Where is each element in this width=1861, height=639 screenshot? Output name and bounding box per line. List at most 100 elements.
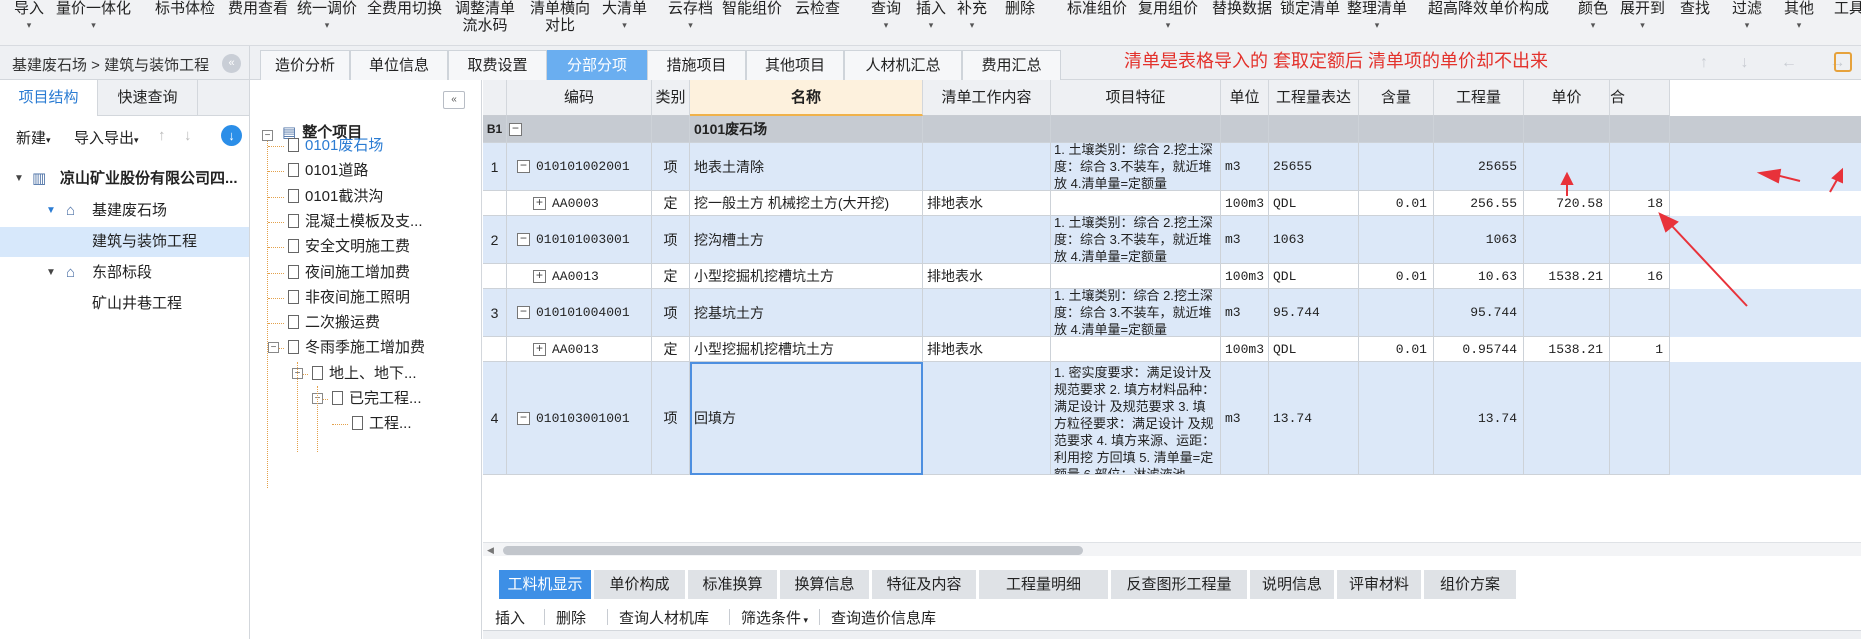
cell-name[interactable]: 小型挖掘机挖槽坑土方 — [690, 264, 923, 289]
cell-num[interactable] — [483, 337, 507, 362]
bottom-action-1[interactable]: 删除 — [556, 607, 586, 628]
bottom-tab-1[interactable]: 单价构成 — [594, 570, 687, 599]
cell-code[interactable]: + AA0013 — [507, 264, 652, 289]
toolbar-button-28[interactable]: 工具 — [1834, 0, 1861, 46]
collapse-panel-icon[interactable]: « — [443, 91, 465, 109]
quota-row[interactable]: + AA0013 定小型挖掘机挖槽坑土方 排地表水 100m3 QDL 0.01 10.63 1… — [483, 264, 1861, 289]
cell-qty[interactable]: 25655 — [1434, 143, 1524, 191]
expand-triangle-icon[interactable]: ▼ — [46, 258, 56, 288]
cell-total[interactable]: 18 — [1610, 191, 1670, 216]
division-node-2[interactable]: 0101截洪沟 — [288, 184, 383, 210]
tree-node-east[interactable]: ▼ ⌂ 东部标段 — [0, 258, 249, 288]
cell-unit[interactable]: 100m3 — [1221, 337, 1269, 362]
toolbar-button-18[interactable]: 替换数据 — [1212, 0, 1272, 46]
cell-price[interactable]: 720.58 — [1524, 191, 1610, 216]
cell-price[interactable] — [1524, 362, 1610, 475]
division-node-6[interactable]: 非夜间施工照明 — [288, 285, 410, 311]
toolbar-button-1[interactable]: 量价一体化 ▾ — [56, 0, 131, 46]
cell-price[interactable]: 1538.21 — [1524, 337, 1610, 362]
bottom-tab-0[interactable]: 工料机显示 — [499, 570, 593, 599]
toolbar-button-4[interactable]: 统一调价 ▾ — [297, 0, 357, 46]
toolbar-button-20[interactable]: 整理清单 ▾ — [1347, 0, 1407, 46]
division-node-7[interactable]: 二次搬运费 — [288, 310, 380, 336]
expand-icon[interactable]: + — [533, 342, 546, 356]
cell-expr[interactable]: QDL — [1269, 337, 1359, 362]
bottom-tab-7[interactable]: 说明信息 — [1250, 570, 1336, 599]
toolbar-button-16[interactable]: 标准组价 — [1067, 0, 1127, 46]
cell-total[interactable] — [1610, 289, 1670, 337]
toolbar-button-11[interactable]: 云检查 — [795, 0, 840, 46]
bottom-tab-4[interactable]: 特征及内容 — [872, 570, 978, 599]
tab-main-3[interactable]: 分部分项 — [547, 50, 647, 80]
cell-total[interactable] — [1610, 143, 1670, 191]
bill-item-row[interactable]: 4−010103001001 项回填方 1. 密实度要求：满足设计及规范要求 2. … — [483, 362, 1861, 475]
collapse-icon[interactable]: − — [517, 160, 530, 173]
toolbar-button-0[interactable]: 导入 ▾ — [14, 0, 44, 46]
cell-price[interactable]: 1538.21 — [1524, 264, 1610, 289]
move-down-icon[interactable]: ↓ — [184, 127, 192, 144]
cell-qty[interactable]: 256.55 — [1434, 191, 1524, 216]
cell-code[interactable]: + AA0003 — [507, 191, 652, 216]
cell-work[interactable] — [923, 362, 1051, 475]
cell-name[interactable]: 挖一般土方 机械挖土方(大开挖) — [690, 191, 923, 216]
cell-qty[interactable]: 1063 — [1434, 216, 1524, 264]
cell-unit[interactable]: m3 — [1221, 289, 1269, 337]
cell-feature[interactable]: 1. 密实度要求：满足设计及规范要求 2. 填方材料品种：满足设计 及规范要求 … — [1051, 362, 1221, 475]
lock-icon[interactable] — [1834, 52, 1852, 72]
toolbar-button-17[interactable]: 复用组价 ▾ — [1138, 0, 1198, 46]
cell-name[interactable]: 挖基坑土方 — [690, 289, 923, 337]
cell-code[interactable]: + AA0013 — [507, 337, 652, 362]
col-header-6[interactable]: 单位 — [1221, 80, 1269, 116]
bottom-action-0[interactable]: 插入 — [495, 607, 525, 628]
bottom-tab-5[interactable]: 工程量明细 — [979, 570, 1110, 599]
cell-code[interactable]: −010101004001 — [507, 289, 652, 337]
cell-type[interactable]: 项 — [652, 289, 690, 337]
tab-project-structure[interactable]: 项目结构 — [0, 80, 98, 116]
toolbar-button-7[interactable]: 清单横向 对比 — [530, 0, 590, 46]
tab-main-7[interactable]: 费用汇总 — [962, 50, 1061, 80]
col-header-2[interactable]: 类别 — [652, 80, 690, 116]
cell-expr[interactable]: 13.74 — [1269, 362, 1359, 475]
col-header-5[interactable]: 项目特征 — [1051, 80, 1221, 116]
cell-content[interactable] — [1359, 362, 1434, 475]
cell-expr[interactable]: 95.744 — [1269, 289, 1359, 337]
cell-content[interactable]: 0.01 — [1359, 264, 1434, 289]
tree-node-mine[interactable]: 矿山井巷工程 — [0, 289, 249, 319]
move-up-icon[interactable]: ↑ — [158, 127, 166, 144]
cell-name[interactable]: 回填方 — [690, 362, 923, 475]
tab-main-6[interactable]: 人材机汇总 — [844, 50, 962, 80]
division-node-4[interactable]: 安全文明施工费 — [288, 234, 410, 260]
cell-name[interactable]: 小型挖掘机挖槽坑土方 — [690, 337, 923, 362]
toolbar-button-21[interactable]: 超高降效 — [1428, 0, 1488, 46]
col-header-4[interactable]: 清单工作内容 — [923, 80, 1051, 116]
cell-content[interactable] — [1359, 289, 1434, 337]
col-header-3[interactable]: 名称 — [690, 80, 923, 116]
cell-qty[interactable]: 95.744 — [1434, 289, 1524, 337]
collapse-icon[interactable]: − — [517, 306, 530, 319]
bill-item-row[interactable]: 2−010101003001 项挖沟槽土方 1. 土壤类别：综合 2.挖土深度：综合… — [483, 216, 1861, 264]
toolbar-button-3[interactable]: 费用查看 — [228, 0, 288, 46]
bill-item-row[interactable]: 3−010101004001 项挖基坑土方 1. 土壤类别：综合 2.挖土深度：综合… — [483, 289, 1861, 337]
division-node-10[interactable]: 已完工程... — [332, 386, 422, 412]
col-header-0[interactable] — [483, 80, 507, 116]
cell-expr[interactable]: 25655 — [1269, 143, 1359, 191]
cell-num[interactable]: 2 — [483, 216, 507, 264]
cell-expr[interactable]: QDL — [1269, 191, 1359, 216]
tree-node-building[interactable]: 建筑与装饰工程 — [0, 227, 249, 257]
cell-name[interactable]: 挖沟槽土方 — [690, 216, 923, 264]
division-node-3[interactable]: 混凝土模板及支... — [288, 209, 423, 235]
cell-work[interactable]: 排地表水 — [923, 264, 1051, 289]
toolbar-button-19[interactable]: 锁定清单 — [1280, 0, 1340, 46]
cell-feature[interactable] — [1051, 191, 1221, 216]
bottom-tab-9[interactable]: 组价方案 — [1424, 570, 1518, 599]
toolbar-button-22[interactable]: 单价构成 — [1489, 0, 1549, 46]
col-header-8[interactable]: 含量 — [1359, 80, 1434, 116]
cell-unit[interactable]: 100m3 — [1221, 191, 1269, 216]
cell-code[interactable]: −010101002001 — [507, 143, 652, 191]
bottom-action-4[interactable]: 查询造价信息库 — [831, 607, 936, 628]
cell-price[interactable] — [1524, 143, 1610, 191]
cell-name[interactable]: 地表土清除 — [690, 143, 923, 191]
toolbar-button-12[interactable]: 查询 ▾ — [871, 0, 901, 46]
toolbar-button-9[interactable]: 云存档 ▾ — [668, 0, 713, 46]
cell-feature[interactable]: 1. 土壤类别：综合 2.挖土深度：综合 3.不装车，就近堆放 4.清单量=定额… — [1051, 143, 1221, 191]
